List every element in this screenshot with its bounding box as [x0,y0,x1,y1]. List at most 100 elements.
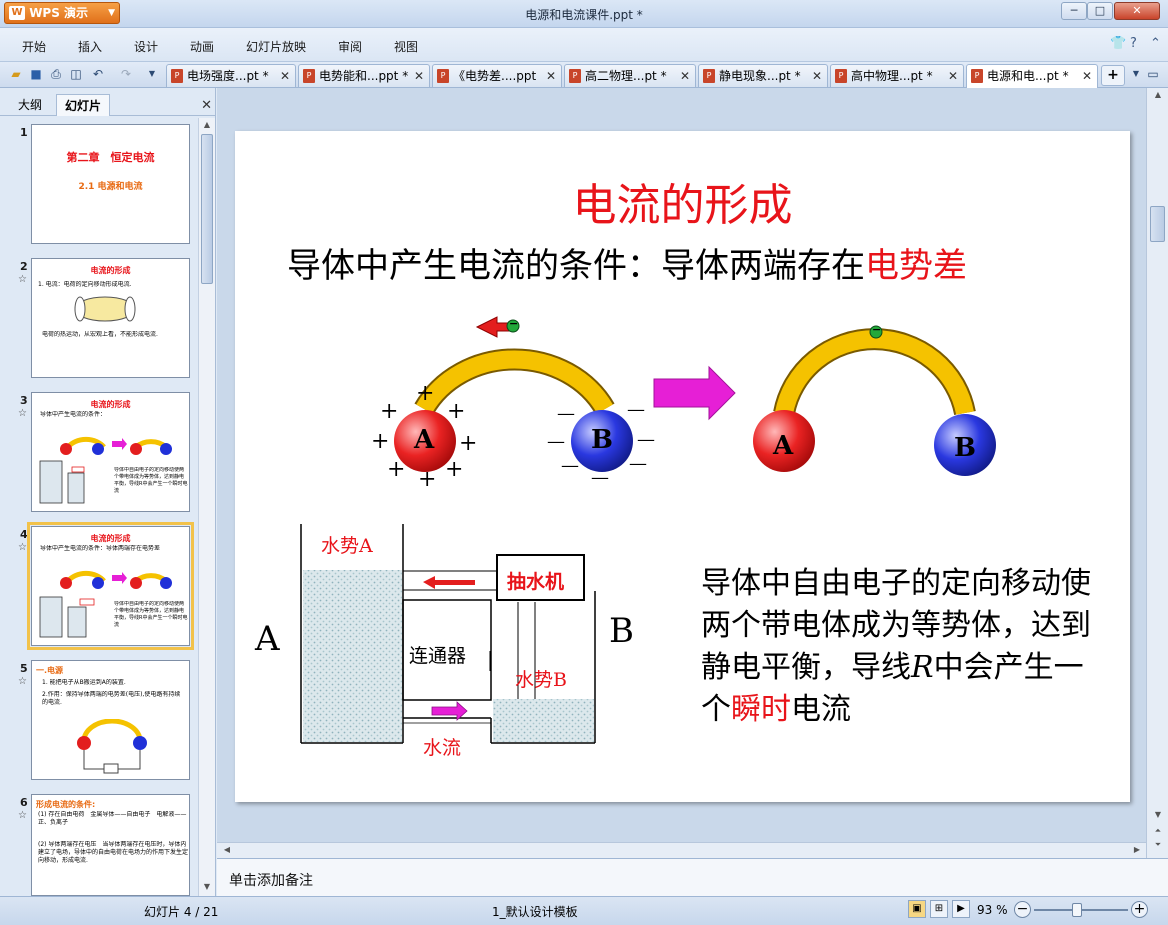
slide-explanation-text[interactable]: 导体中自由电子的定向移动使两个带电体成为等势体，达到静电平衡，导线R中会产生一个… [701,563,1101,731]
help-icon[interactable]: ? [1130,36,1137,51]
zoom-in-button[interactable]: + [1131,901,1148,918]
doc-tab-4[interactable]: P 高二物理...pt * ✕ [564,64,696,87]
open-folder-icon[interactable]: ▰ [8,66,24,82]
doc-tab-3[interactable]: P 《电势差....ppt ✕ [432,64,562,87]
tab-list-dropdown-icon[interactable]: ▼ [1128,66,1144,82]
notes-pane[interactable]: 单击添加备注 [217,858,1168,896]
customize-toolbar-icon[interactable]: ▼ [144,66,160,82]
skin-shirt-icon[interactable]: 👕 [1110,36,1126,51]
zoom-slider-handle[interactable] [1072,903,1082,917]
thumb-conductor-image [74,296,136,322]
ribbon-collapse-icon[interactable]: ⌃ [1150,36,1161,51]
print-preview-icon[interactable]: ◫ [68,66,84,82]
scrollbar-thumb[interactable] [201,134,213,284]
template-name[interactable]: 1_默认设计模板 [492,903,578,920]
slide-sorter-icon[interactable]: ⊞ [930,900,948,918]
menu-view[interactable]: 视图 [394,38,418,55]
scroll-up-icon[interactable]: ▲ [1150,88,1166,102]
pump-label: 抽水机 [507,571,565,593]
menu-animation[interactable]: 动画 [190,38,214,55]
scroll-down-icon[interactable]: ▼ [1150,808,1166,822]
slide-thumbnail-5[interactable]: 一.电源 1. 能把电子从B搬运到A的装置. 2.作用：保持导体两端的电势差(电… [31,660,190,780]
plus-charge: + [416,381,435,406]
doc-tab-5[interactable]: P 静电现象...pt * ✕ [698,64,828,87]
doc-tab-1[interactable]: P 电场强度...pt * ✕ [166,64,296,87]
slide-thumbnail-2[interactable]: 电流的形成 1. 电流：电荷的定向移动形成电流. 电荷的热运动，从宏观上看，不能… [31,258,190,378]
close-tab-icon[interactable]: ✕ [812,65,822,87]
tank-a-letter: A [255,619,280,659]
previous-slide-icon[interactable]: ⏶ [1150,824,1166,838]
zoom-out-button[interactable]: − [1014,901,1031,918]
plus-charge: + [380,399,399,424]
doc-tab-active[interactable]: P 电源和电...pt * ✕ [966,64,1098,88]
doc-tab-2[interactable]: P 电势能和...ppt * ✕ [298,64,430,87]
panel-tabs: 大纲 幻灯片 ✕ [0,92,216,116]
close-tab-icon[interactable]: ✕ [680,65,690,87]
tab-outline[interactable]: 大纲 [10,94,50,116]
scroll-right-icon[interactable]: ▶ [1129,843,1145,857]
slide-thumbnail-4-selected[interactable]: 电流的形成 导体中产生电流的条件：导体两端存在电势差 导体中自由电子的定向移动使… [27,522,194,650]
slide-thumbnail-6[interactable]: 形成电流的条件: (1) 存在自由电荷 金属导体——自由电子 电解液——正、负离… [31,794,190,896]
redo-icon[interactable]: ↷ [118,66,134,82]
slideshow-view-icon[interactable]: ▶ [952,900,970,918]
thumb-text: 1. 能把电子从B搬运到A的装置. [42,679,126,686]
thumb-number: 5 [20,662,28,675]
close-tab-icon[interactable]: ✕ [414,65,424,87]
para-text: 电流 [791,692,851,727]
plus-charge: + [418,467,437,492]
thumb-text: 1. 电流：电荷的定向移动形成电流. [38,281,132,288]
slide-vertical-scrollbar[interactable]: ▲ ▼ ⏶ ⏷ [1146,88,1168,858]
next-slide-icon[interactable]: ⏷ [1150,838,1166,852]
close-panel-icon[interactable]: ✕ [201,98,212,113]
thumb-title: 电流的形成 [90,534,131,543]
save-icon[interactable]: ■ [28,66,44,82]
ppt-file-icon: P [437,69,449,83]
tab-label: 静电现象...pt * [719,69,801,83]
print-icon[interactable]: ⎙ [48,66,64,82]
menu-home[interactable]: 开始 [22,38,46,55]
close-tab-icon[interactable]: ✕ [280,65,290,87]
sphere-a-label: A [414,425,435,455]
animation-star-icon: ☆ [18,676,27,687]
zoom-level[interactable]: 93 % [977,903,1008,917]
new-tab-button[interactable]: + [1101,65,1125,86]
minimize-button[interactable]: ─ [1061,2,1087,20]
tab-label: 高二物理...pt * [585,69,667,83]
menu-bar: 开始 插入 设计 动画 幻灯片放映 审阅 视图 👕 ? ⌃ [0,28,1168,62]
close-tab-icon[interactable]: ✕ [546,65,556,87]
scrollbar-thumb[interactable] [1150,206,1165,242]
scroll-left-icon[interactable]: ◀ [219,843,235,857]
undo-icon[interactable]: ↶ [90,66,106,82]
menu-design[interactable]: 设计 [134,38,158,55]
close-tab-icon[interactable]: ✕ [1082,65,1092,87]
tank-b-letter: B [609,611,634,651]
minus-charge: — [629,453,647,474]
scroll-up-icon[interactable]: ▲ [199,118,215,132]
normal-view-icon[interactable]: ▣ [908,900,926,918]
scroll-down-icon[interactable]: ▼ [199,880,215,894]
maximize-button[interactable]: □ [1087,2,1113,20]
slide-canvas[interactable]: 电流的形成 导体中产生电流的条件：导体两端存在电势差 + + + + + + +… [235,131,1130,802]
notes-placeholder[interactable]: 单击添加备注 [229,870,313,890]
menu-review[interactable]: 审阅 [338,38,362,55]
close-window-button[interactable]: ✕ [1114,2,1160,20]
menu-slideshow[interactable]: 幻灯片放映 [246,38,306,55]
electron-sign: − [872,323,882,336]
slide-horizontal-scrollbar[interactable]: ◀ ▶ [217,842,1146,858]
thumbnail-scrollbar[interactable]: ▲ ▼ [198,118,215,896]
doc-tab-6[interactable]: P 高中物理...pt * ✕ [830,64,964,87]
ppt-file-icon: P [569,69,581,83]
tab-slides[interactable]: 幻灯片 [56,94,111,116]
close-tab-icon[interactable]: ✕ [948,65,958,87]
para-variable: R [911,650,934,685]
thumb-subtitle: 2.1 电源和电流 [78,182,143,192]
menu-insert[interactable]: 插入 [78,38,102,55]
thumb-text: 导体中自由电子的定向移动使两个带电体成为等势体，达到静电平衡，导线R中会产生一个… [114,467,188,494]
sphere-b-label: B [954,433,976,463]
window-layout-icon[interactable]: ▭ [1145,66,1161,82]
plus-charge: + [447,399,466,424]
animation-star-icon: ☆ [18,810,27,821]
thumb-diagram [77,719,147,774]
slide-thumbnail-3[interactable]: 电流的形成 导体中产生电流的条件： 导体中自由电子的定向移动使两个带电体成为等势… [31,392,190,512]
slide-thumbnail-1[interactable]: 第二章 恒定电流 2.1 电源和电流 [31,124,190,244]
